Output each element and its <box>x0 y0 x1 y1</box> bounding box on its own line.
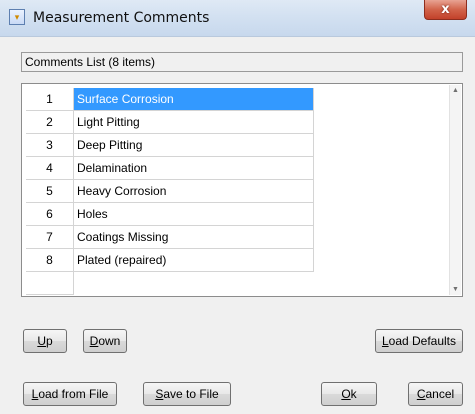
save-to-file-button[interactable]: Save to File <box>143 382 231 406</box>
title-bar[interactable]: ▾ Measurement Comments x <box>0 0 475 37</box>
table-row[interactable]: 5 Heavy Corrosion <box>26 180 314 203</box>
load-from-file-label: oad from File <box>38 387 109 401</box>
load-defaults-access-key: L <box>381 334 389 348</box>
comment-cell[interactable]: Surface Corrosion <box>74 88 314 111</box>
table-row[interactable]: 6 Holes <box>26 203 314 226</box>
empty-row[interactable] <box>26 272 313 295</box>
arrow-up-icon[interactable]: ▲ <box>450 85 461 96</box>
row-number: 7 <box>26 226 74 249</box>
load-from-file-button[interactable]: Load from File <box>23 382 117 406</box>
up-button[interactable]: Up <box>23 329 67 353</box>
table-row[interactable]: 7 Coatings Missing <box>26 226 314 249</box>
row-number: 3 <box>26 134 74 157</box>
measurement-comments-dialog: ▾ Measurement Comments x Comments List (… <box>0 0 475 414</box>
comment-cell[interactable]: Heavy Corrosion <box>74 180 314 203</box>
cancel-button[interactable]: Cancel <box>408 382 463 406</box>
row-number <box>26 272 74 295</box>
table-row[interactable]: 2 Light Pitting <box>26 111 314 134</box>
ok-button[interactable]: Ok <box>321 382 377 406</box>
comment-cell[interactable]: Coatings Missing <box>74 226 314 249</box>
comments-grid[interactable]: 1 Surface Corrosion 2 Light Pitting 3 Deep Pi… <box>21 83 463 297</box>
row-number: 4 <box>26 157 74 180</box>
comment-cell[interactable]: Plated (repaired) <box>74 249 314 272</box>
load-defaults-label: oad Defaults <box>388 334 457 348</box>
up-button-label: p <box>45 334 53 348</box>
row-number: 1 <box>26 88 74 111</box>
save-to-file-label: ave to File <box>163 387 219 401</box>
row-number: 8 <box>26 249 74 272</box>
ok-button-label: k <box>350 387 357 401</box>
up-button-access-key: U <box>37 334 46 348</box>
vertical-scrollbar[interactable]: ▲ ▼ <box>449 85 461 295</box>
close-button[interactable]: x <box>424 0 467 20</box>
comment-cell[interactable]: Deep Pitting <box>74 134 314 157</box>
comments-grid-rows: 1 Surface Corrosion 2 Light Pitting 3 Deep Pi… <box>26 88 314 295</box>
load-defaults-button[interactable]: Load Defaults <box>375 329 463 353</box>
down-button[interactable]: Down <box>83 329 127 353</box>
app-dialog-icon: ▾ <box>9 9 25 25</box>
table-row[interactable]: 4 Delamination <box>26 157 314 180</box>
cancel-button-label: ancel <box>425 387 455 401</box>
arrow-down-icon[interactable]: ▼ <box>450 284 461 295</box>
comment-cell[interactable]: Delamination <box>74 157 314 180</box>
table-row[interactable]: 1 Surface Corrosion <box>26 88 314 111</box>
comment-cell[interactable]: Light Pitting <box>74 111 314 134</box>
row-number: 6 <box>26 203 74 226</box>
comment-cell[interactable]: Holes <box>74 203 314 226</box>
down-button-label: own <box>98 334 121 348</box>
row-number: 2 <box>26 111 74 134</box>
row-number: 5 <box>26 180 74 203</box>
table-row[interactable]: 3 Deep Pitting <box>26 134 314 157</box>
ok-button-access-key: O <box>341 387 351 401</box>
window-title: Measurement Comments <box>33 10 210 26</box>
table-row[interactable]: 8 Plated (repaired) <box>26 249 314 272</box>
comments-list-label: Comments List (8 items) <box>21 52 463 72</box>
